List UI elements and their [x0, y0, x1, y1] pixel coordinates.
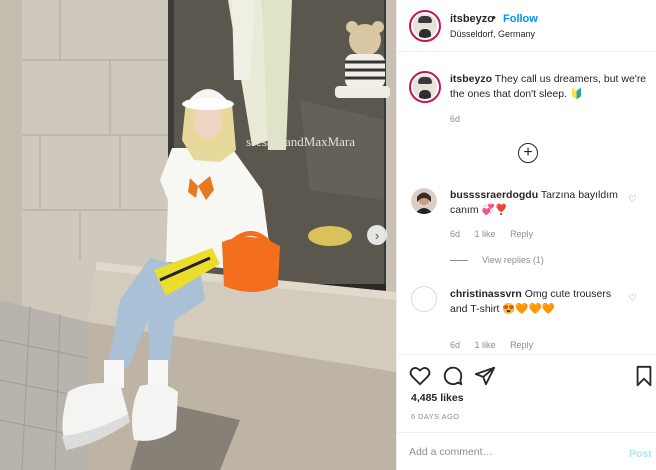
- commenter-avatar[interactable]: [411, 188, 437, 214]
- heart-icon[interactable]: ♡: [628, 194, 637, 205]
- comment-username[interactable]: bussssraerdogdu: [450, 189, 538, 201]
- comment-icon[interactable]: [442, 365, 464, 387]
- carousel-next-button[interactable]: ›: [367, 225, 387, 245]
- comment-timestamp[interactable]: 6d: [450, 340, 460, 350]
- author-username[interactable]: itsbeyzo: [450, 13, 494, 25]
- comment-likes[interactable]: 1 like: [475, 340, 496, 350]
- comment-input[interactable]: [409, 443, 609, 461]
- comment-meta: 6d 1 like Reply: [450, 340, 545, 350]
- share-icon[interactable]: [474, 365, 496, 387]
- instagram-post: ssesalstandMaxMara › itsbeyzo • Follow D…: [0, 0, 656, 470]
- post-comment-button[interactable]: Post: [629, 448, 652, 460]
- plus-circle-icon[interactable]: +: [518, 143, 538, 163]
- caption-avatar[interactable]: [409, 71, 441, 103]
- reply-button[interactable]: Reply: [510, 340, 533, 350]
- post-date[interactable]: 6 DAYS AGO: [411, 412, 459, 421]
- photo-illustration: ssesalstandMaxMara: [0, 0, 396, 470]
- caption-username[interactable]: itsbeyzo: [450, 73, 492, 85]
- separator-dot: •: [492, 12, 496, 24]
- replies-divider: [450, 259, 468, 261]
- comment-emoji: 💞❣️: [481, 204, 508, 216]
- comment-username[interactable]: christinassvrn: [450, 288, 522, 300]
- caption-timestamp[interactable]: 6d: [450, 114, 460, 124]
- likes-count[interactable]: 4,485 likes: [411, 392, 464, 404]
- comment-text: bussssraerdogdu Tarzına bayıldım canım 💞…: [450, 188, 620, 218]
- comment-timestamp[interactable]: 6d: [450, 229, 460, 239]
- caption-text: itsbeyzo They call us dreamers, but we'r…: [450, 72, 650, 102]
- storefront-sign: ssesalstandMaxMara: [246, 134, 355, 149]
- post-details-panel: itsbeyzo • Follow Düsseldorf, Germany it…: [396, 0, 656, 470]
- commenter-avatar[interactable]: [411, 286, 437, 312]
- comment-likes[interactable]: 1 like: [475, 229, 496, 239]
- heart-icon[interactable]: [409, 365, 431, 387]
- comment-text: christinassvrn Omg cute trousers and T-s…: [450, 287, 620, 317]
- author-avatar[interactable]: [409, 10, 441, 42]
- bookmark-icon[interactable]: [633, 365, 655, 387]
- follow-button[interactable]: Follow: [503, 13, 538, 25]
- view-replies-button[interactable]: View replies (1): [450, 255, 544, 265]
- view-replies-label: View replies (1): [482, 255, 544, 265]
- add-comment-bar: Post: [397, 432, 656, 470]
- post-header: itsbeyzo • Follow Düsseldorf, Germany: [397, 0, 656, 52]
- location-link[interactable]: Düsseldorf, Germany: [450, 29, 535, 39]
- caption-emoji: 🔰: [569, 88, 584, 100]
- post-photo[interactable]: ssesalstandMaxMara ›: [0, 0, 396, 470]
- comment-meta: 6d 1 like Reply: [450, 229, 545, 239]
- reply-button[interactable]: Reply: [510, 229, 533, 239]
- heart-icon[interactable]: ♡: [628, 293, 637, 304]
- comment-emoji: 😍🧡🧡🧡: [502, 303, 555, 315]
